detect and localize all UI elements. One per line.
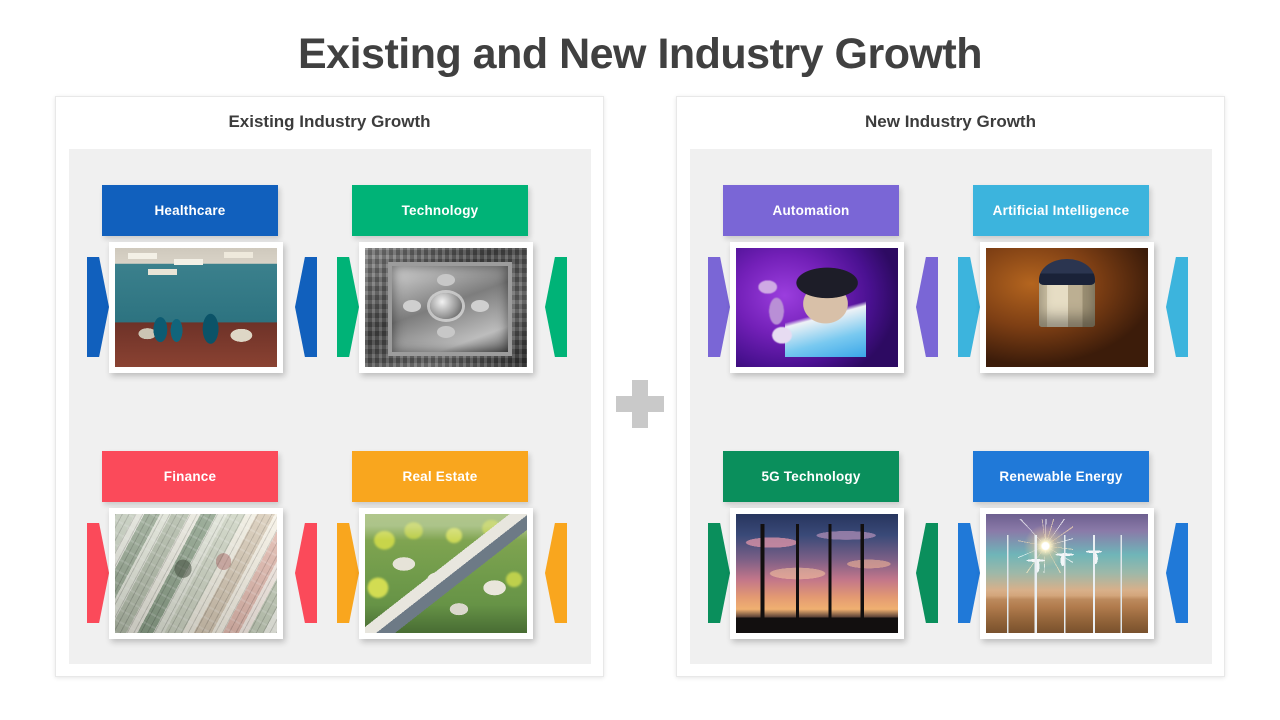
- wind-turbines-photo: [986, 514, 1148, 633]
- panel-title-existing: Existing Industry Growth: [228, 112, 431, 131]
- industry-label-text: Automation: [772, 203, 850, 218]
- hospital-ward-photo: [115, 248, 277, 367]
- chevron-left-icon: [708, 523, 730, 623]
- chevron-right-icon: [295, 257, 317, 357]
- industry-label-text: Renewable Energy: [999, 469, 1123, 484]
- industry-photo-frame: [980, 242, 1154, 373]
- industry-label-bar[interactable]: Healthcare: [102, 185, 278, 236]
- page-title: Existing and New Industry Growth: [297, 30, 983, 78]
- industry-label-bar[interactable]: Automation: [723, 185, 899, 236]
- chevron-left-icon: [958, 257, 980, 357]
- robot-droid-photo: [986, 248, 1148, 367]
- chevron-right-icon: [545, 257, 567, 357]
- industry-item-artificial-intelligence[interactable]: Artificial Intelligence: [958, 185, 1188, 397]
- industry-label-text: Finance: [163, 469, 217, 484]
- suburban-homes-photo: [365, 514, 527, 633]
- slide-canvas: Existing and New Industry Growth Existin…: [0, 0, 1280, 720]
- industry-label-text: Real Estate: [402, 469, 478, 484]
- industry-label-bar[interactable]: Technology: [352, 185, 528, 236]
- industry-label-text: Artificial Intelligence: [992, 203, 1130, 218]
- industry-photo-frame: [730, 508, 904, 639]
- chevron-right-icon: [1166, 257, 1188, 357]
- industry-photo-frame: [359, 508, 533, 639]
- dollar-bills-photo: [115, 514, 277, 633]
- vr-headset-photo: [736, 248, 898, 367]
- industry-label-bar[interactable]: Real Estate: [352, 451, 528, 502]
- chevron-left-icon: [87, 257, 109, 357]
- panel-body-new: Automation Artificial Intelligence 5G Te…: [690, 149, 1212, 664]
- industry-item-healthcare[interactable]: Healthcare: [87, 185, 317, 397]
- panel-title-new: New Industry Growth: [865, 112, 1036, 131]
- industry-label-bar[interactable]: 5G Technology: [723, 451, 899, 502]
- cell-towers-photo: [736, 514, 898, 633]
- chevron-right-icon: [916, 257, 938, 357]
- chevron-right-icon: [545, 523, 567, 623]
- plus-icon-vertical-bar: [632, 380, 648, 428]
- industry-photo-frame: [980, 508, 1154, 639]
- industry-label-text: Healthcare: [154, 203, 226, 218]
- industry-label-text: 5G Technology: [761, 469, 861, 484]
- industry-photo-frame: [109, 508, 283, 639]
- chevron-left-icon: [708, 257, 730, 357]
- industry-label-bar[interactable]: Finance: [102, 451, 278, 502]
- industry-item-finance[interactable]: Finance: [87, 451, 317, 663]
- industry-item-5g-technology[interactable]: 5G Technology: [708, 451, 938, 663]
- chevron-left-icon: [958, 523, 980, 623]
- chevron-right-icon: [1166, 523, 1188, 623]
- industry-label-bar[interactable]: Artificial Intelligence: [973, 185, 1149, 236]
- industry-photo-frame: [359, 242, 533, 373]
- panel-body-existing: Healthcare Technology Finance Real Estat…: [69, 149, 591, 664]
- industry-photo-frame: [109, 242, 283, 373]
- chevron-left-icon: [337, 257, 359, 357]
- industry-item-real-estate[interactable]: Real Estate: [337, 451, 567, 663]
- chevron-right-icon: [295, 523, 317, 623]
- industry-item-automation[interactable]: Automation: [708, 185, 938, 397]
- industry-item-technology[interactable]: Technology: [337, 185, 567, 397]
- industry-label-text: Technology: [401, 203, 479, 218]
- chevron-right-icon: [916, 523, 938, 623]
- panel-existing-industry-growth: Existing Industry Growth Healthcare Tech…: [55, 96, 604, 677]
- plus-icon: [616, 380, 664, 428]
- chevron-left-icon: [337, 523, 359, 623]
- industry-photo-frame: [730, 242, 904, 373]
- chevron-left-icon: [87, 523, 109, 623]
- microchip-photo: [365, 248, 527, 367]
- industry-label-bar[interactable]: Renewable Energy: [973, 451, 1149, 502]
- panel-new-industry-growth: New Industry Growth Automation Artificia…: [676, 96, 1225, 677]
- industry-item-renewable-energy[interactable]: Renewable Energy: [958, 451, 1188, 663]
